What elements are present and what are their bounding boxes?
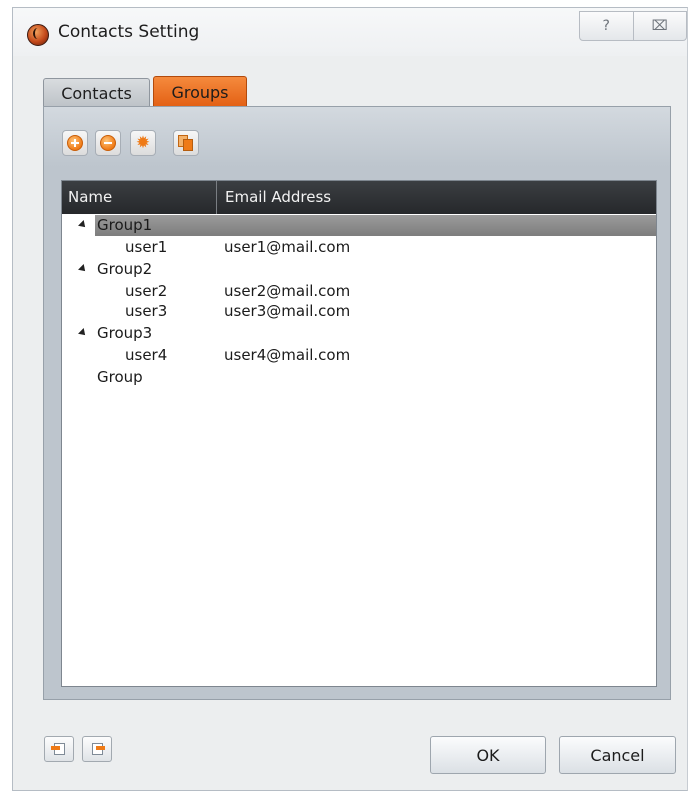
contacts-setting-dialog: Contacts Setting ? ⌧ Contacts Groups ✹ N…: [12, 7, 688, 791]
expand-arrow-icon[interactable]: [78, 220, 88, 230]
tab-groups[interactable]: Groups: [153, 76, 247, 108]
user-name: user1: [125, 238, 168, 256]
app-logo-icon: [27, 24, 49, 46]
user-email: user1@mail.com: [224, 238, 351, 256]
group-name: Group2: [97, 260, 153, 278]
gear-icon: ✹: [135, 132, 151, 153]
tree-row-user3[interactable]: user3 user3@mail.com: [62, 300, 656, 322]
import-button[interactable]: [44, 736, 74, 762]
copy-button[interactable]: [173, 130, 199, 156]
window-controls: ? ⌧: [579, 11, 687, 41]
user-name: user4: [125, 346, 168, 364]
add-icon: [67, 135, 83, 151]
selection-highlight: [95, 215, 656, 236]
tree-row-user1[interactable]: user1 user1@mail.com: [62, 236, 656, 258]
tree-row-user2[interactable]: user2 user2@mail.com: [62, 280, 656, 302]
user-email: user3@mail.com: [224, 302, 351, 320]
group-name: Group3: [97, 324, 153, 342]
expand-arrow-icon[interactable]: [78, 328, 88, 338]
help-icon: ?: [602, 18, 610, 34]
help-button[interactable]: ?: [580, 12, 633, 40]
expand-arrow-icon[interactable]: [78, 264, 88, 274]
tab-contacts[interactable]: Contacts: [43, 78, 150, 108]
cancel-button[interactable]: Cancel: [559, 736, 676, 774]
ok-button[interactable]: OK: [430, 736, 546, 774]
group-name: Group1: [97, 216, 153, 234]
column-header-name[interactable]: Name: [62, 181, 217, 214]
user-email: user2@mail.com: [224, 282, 351, 300]
tree-row-group3[interactable]: Group3: [62, 322, 656, 344]
group-name: Group: [97, 368, 143, 386]
window-title: Contacts Setting: [58, 22, 200, 42]
close-icon: ⌧: [651, 18, 668, 34]
remove-button[interactable]: [95, 130, 121, 156]
tree-row-group1[interactable]: Group1: [62, 214, 656, 236]
groups-panel: ✹ Name Email Address Group1 user1 user1@…: [43, 106, 671, 700]
user-name: user3: [125, 302, 168, 320]
user-name: user2: [125, 282, 168, 300]
settings-button[interactable]: ✹: [130, 130, 156, 156]
remove-icon: [100, 135, 116, 151]
list-header: Name Email Address: [62, 181, 656, 214]
add-button[interactable]: [62, 130, 88, 156]
user-email: user4@mail.com: [224, 346, 351, 364]
tree-row-user4[interactable]: user4 user4@mail.com: [62, 344, 656, 366]
export-icon: [89, 742, 105, 756]
copy-icon: [178, 135, 194, 151]
tree-row-group2[interactable]: Group2: [62, 258, 656, 280]
export-button[interactable]: [82, 736, 112, 762]
contacts-tree-list[interactable]: Name Email Address Group1 user1 user1@ma…: [61, 180, 657, 687]
tree-row-group[interactable]: Group: [62, 366, 656, 388]
import-icon: [51, 742, 67, 756]
close-button[interactable]: ⌧: [632, 12, 687, 40]
